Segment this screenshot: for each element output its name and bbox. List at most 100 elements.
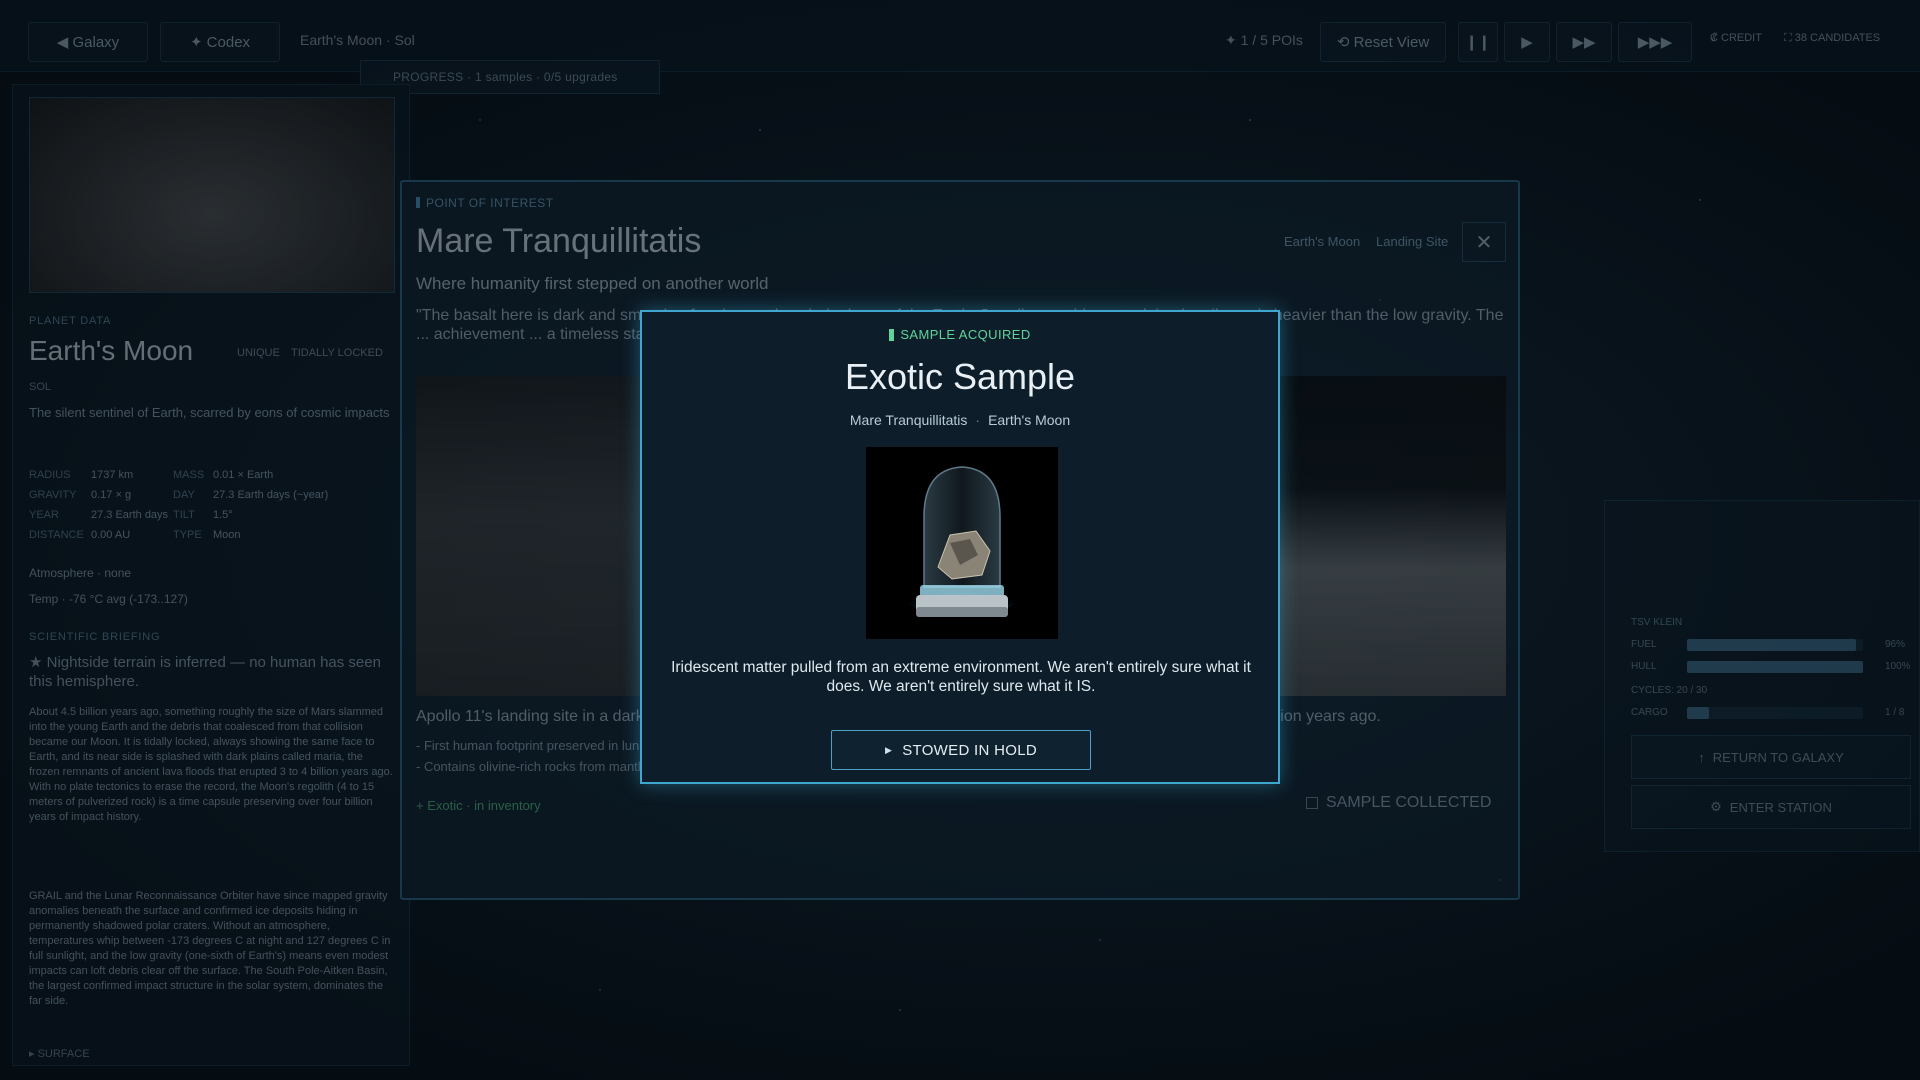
tidally-locked-badge: TIDALLY LOCKED bbox=[291, 347, 383, 359]
collected-icon bbox=[1306, 797, 1318, 809]
modal-location-site: Mare Tranquillitatis bbox=[849, 412, 968, 428]
poi-tag-body: Earth's Moon bbox=[1284, 234, 1361, 249]
cargo-bar bbox=[1687, 707, 1863, 719]
stowed-in-hold-button[interactable]: ▶ STOWED IN HOLD bbox=[831, 730, 1091, 770]
fastest-button[interactable]: ▶▶▶ bbox=[1618, 22, 1692, 62]
planet-data-label: PLANET DATA bbox=[29, 315, 112, 327]
collected-label: SAMPLE COLLECTED bbox=[1326, 794, 1492, 811]
cargo-bar-fill bbox=[1687, 707, 1709, 719]
cargo-label: CARGO bbox=[1631, 707, 1668, 718]
briefing-body-2: GRAIL and the Lunar Reconnaissance Orbit… bbox=[29, 890, 391, 1007]
separator-dot: · bbox=[975, 412, 981, 428]
planet-thumbnail bbox=[29, 97, 395, 293]
play-button[interactable]: ▶ bbox=[1504, 22, 1550, 62]
sample-collected-indicator: SAMPLE COLLECTED bbox=[1306, 794, 1491, 812]
temperature-label: Temp · -76 °C avg (-173..127) bbox=[29, 592, 188, 606]
briefing-body: About 4.5 billion years ago, something r… bbox=[29, 706, 393, 823]
stat-row: DISTANCE 0.00 AU TYPE Moon bbox=[29, 525, 395, 545]
status-dot-icon bbox=[889, 329, 895, 341]
poi-close-button[interactable]: ✕ bbox=[1462, 222, 1506, 262]
reset-view-button[interactable]: ⟲ Reset View bbox=[1320, 22, 1446, 62]
sample-jar-icon bbox=[866, 447, 1058, 639]
return-label: RETURN TO GALAXY bbox=[1712, 749, 1844, 765]
stat-row: YEAR 27.3 Earth days TILT 1.5° bbox=[29, 505, 395, 525]
poi-image-right bbox=[1280, 376, 1506, 696]
pause-button[interactable]: ❙❙ bbox=[1458, 22, 1498, 62]
location-label: Earth's Moon · Sol bbox=[300, 32, 415, 48]
codex-button[interactable]: ✦ Codex bbox=[160, 22, 280, 62]
stowed-label: STOWED IN HOLD bbox=[902, 741, 1037, 759]
stat-value: 27.3 Earth days bbox=[91, 509, 169, 521]
fast-forward-icon: ▶▶ bbox=[1572, 34, 1596, 51]
planet-tagline: The silent sentinel of Earth, scarred by… bbox=[29, 405, 390, 420]
stat-value: Moon bbox=[213, 529, 241, 541]
poi-counter: ✦ 1 / 5 POIs bbox=[1225, 32, 1303, 48]
stat-key: TILT bbox=[173, 509, 195, 521]
stat-value: 1.5° bbox=[213, 509, 233, 521]
enter-station-button[interactable]: ⚙ ENTER STATION bbox=[1631, 785, 1911, 829]
fast-forward-button[interactable]: ▶▶ bbox=[1556, 22, 1612, 62]
hull-label: HULL bbox=[1631, 661, 1657, 672]
hull-bar-fill bbox=[1687, 661, 1863, 673]
play-icon: ▶ bbox=[884, 744, 893, 755]
stat-row: GRAVITY 0.17 × g DAY 27.3 Earth days (~year… bbox=[29, 485, 395, 505]
stat-value: 0.00 AU bbox=[91, 529, 131, 541]
stat-value: 0.17 × g bbox=[91, 489, 132, 501]
fuel-label: FUEL bbox=[1631, 639, 1657, 650]
briefing-label: SCIENTIFIC BRIEFING bbox=[29, 631, 161, 643]
modal-location-body: Earth's Moon bbox=[988, 412, 1071, 428]
hull-bar bbox=[1687, 661, 1863, 673]
briefing-headline: ★ Nightside terrain is inferred — no hum… bbox=[29, 654, 381, 690]
return-to-galaxy-button[interactable]: ↑ RETURN TO GALAXY bbox=[1631, 735, 1911, 779]
reset-view-label: ⟲ Reset View bbox=[1336, 34, 1430, 51]
fuel-value: 96% bbox=[1885, 639, 1906, 650]
atmosphere-label: Atmosphere · none bbox=[29, 566, 132, 580]
hull-value: 100% bbox=[1885, 661, 1911, 672]
ship-name: TSV KLEIN bbox=[1631, 617, 1683, 628]
modal-description: Iridescent matter pulled from an extreme… bbox=[671, 659, 1251, 695]
pause-icon: ❙❙ bbox=[1465, 34, 1491, 51]
stat-row: RADIUS 1737 km MASS 0.01 × Earth bbox=[29, 465, 395, 485]
surface-section-toggle[interactable]: ▸ SURFACE bbox=[29, 1047, 90, 1060]
stat-key: DISTANCE bbox=[29, 529, 84, 541]
cargo-value: 1 / 8 bbox=[1885, 707, 1905, 718]
inventory-status: + Exotic · in inventory bbox=[416, 798, 541, 813]
close-icon: ✕ bbox=[1475, 231, 1493, 254]
poi-title: Mare Tranquillitatis bbox=[416, 222, 702, 260]
planet-stats: RADIUS 1737 km MASS 0.01 × Earth GRAVITY 0.1… bbox=[29, 465, 395, 545]
galaxy-button-label: ◀ Galaxy bbox=[56, 34, 120, 51]
cycles-label: CYCLES: 20 / 30 bbox=[1631, 685, 1708, 696]
top-bar: ◀ Galaxy ✦ Codex Earth's Moon · Sol ✦ 1 … bbox=[0, 0, 1920, 72]
stat-value: 27.3 Earth days (~year) bbox=[213, 489, 329, 501]
unique-badge: Unique bbox=[237, 347, 280, 359]
modal-title: Exotic Sample bbox=[844, 356, 1076, 397]
fuel-bar bbox=[1687, 639, 1863, 651]
stat-key: YEAR bbox=[29, 509, 59, 521]
fuel-bar-fill bbox=[1687, 639, 1856, 651]
stat-value: 1737 km bbox=[91, 469, 134, 481]
candidates-label: ⛶ 38 CANDIDATES bbox=[1784, 32, 1881, 44]
left-sidebar: PLANET DATA Earth's Moon Unique TIDALLY … bbox=[12, 84, 410, 1066]
sample-image bbox=[866, 447, 1058, 639]
planet-name: Earth's Moon bbox=[29, 335, 194, 366]
poi-tag-site: Landing Site bbox=[1376, 234, 1449, 249]
system-label: SOL bbox=[29, 381, 52, 393]
return-icon: ↑ bbox=[1698, 749, 1705, 765]
poi-kicker: POINT OF INTEREST bbox=[416, 196, 554, 210]
modal-location: Mare Tranquillitatis · Earth's Moon bbox=[642, 412, 1278, 428]
poi-subtitle: Where humanity first stepped on another … bbox=[416, 274, 769, 293]
stat-key: RADIUS bbox=[29, 469, 71, 481]
galaxy-button[interactable]: ◀ Galaxy bbox=[28, 22, 148, 62]
station-icon: ⚙ bbox=[1710, 799, 1722, 814]
ship-status-panel: TSV KLEIN FUEL 96% HULL 100% CYCLES: 20 … bbox=[1604, 500, 1920, 852]
stat-value: 0.01 × Earth bbox=[213, 469, 274, 481]
modal-kicker: SAMPLE ACQUIRED bbox=[642, 327, 1278, 342]
credit-label: ₡ CREDIT bbox=[1710, 32, 1762, 44]
stat-key: TYPE bbox=[173, 529, 202, 541]
modal-kicker-label: SAMPLE ACQUIRED bbox=[900, 327, 1031, 342]
stat-key: MASS bbox=[173, 469, 205, 481]
sample-acquired-modal: SAMPLE ACQUIRED Exotic Sample Mare Tranq… bbox=[640, 310, 1280, 784]
station-label: ENTER STATION bbox=[1729, 799, 1832, 815]
codex-button-label: ✦ Codex bbox=[189, 34, 251, 51]
stat-key: DAY bbox=[173, 489, 195, 501]
